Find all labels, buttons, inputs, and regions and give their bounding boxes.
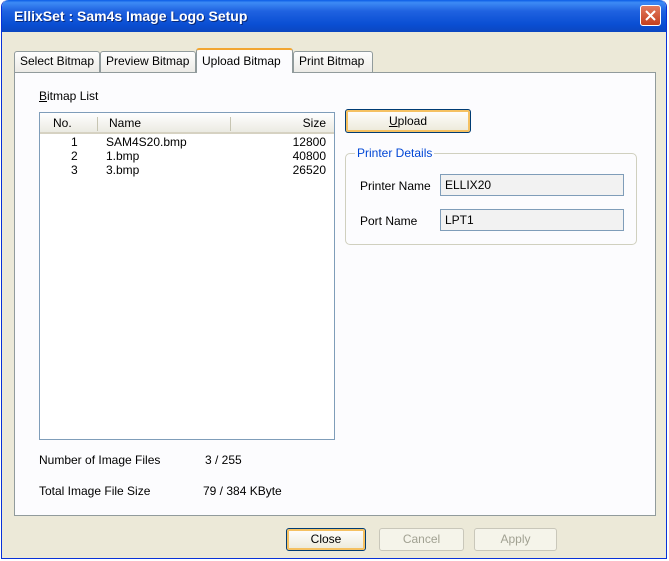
row-no: 3 <box>71 163 78 177</box>
tab-panel-upload-bitmap: Bitmap List No. Name Size 1 SAM4S20.bmp … <box>14 72 656 516</box>
row-size: 40800 <box>292 149 326 163</box>
bitmap-list-header: No. Name Size <box>40 113 334 134</box>
number-of-image-files-label: Number of Image Files <box>39 453 161 467</box>
row-size: 26520 <box>292 163 326 177</box>
cancel-button[interactable]: Cancel <box>379 528 464 551</box>
window-close-button[interactable] <box>640 5 661 26</box>
list-item[interactable]: 2 1.bmp 40800 <box>40 149 334 163</box>
row-name: 3.bmp <box>106 163 140 177</box>
upload-button[interactable]: Upload <box>345 109 471 133</box>
tab-print-bitmap[interactable]: Print Bitmap <box>293 51 373 72</box>
row-name: SAM4S20.bmp <box>106 135 187 149</box>
list-item[interactable]: 3 3.bmp 26520 <box>40 163 334 177</box>
column-divider[interactable] <box>230 117 231 131</box>
column-header-size[interactable]: Size <box>303 116 326 130</box>
row-no: 1 <box>71 135 78 149</box>
apply-button[interactable]: Apply <box>474 528 557 551</box>
row-size: 12800 <box>292 135 326 149</box>
bitmap-list[interactable]: No. Name Size 1 SAM4S20.bmp 12800 2 1.bm… <box>39 112 335 440</box>
port-name-field[interactable]: LPT1 <box>440 209 624 231</box>
tab-upload-bitmap[interactable]: Upload Bitmap <box>196 48 293 73</box>
row-no: 2 <box>71 149 78 163</box>
bitmap-list-label: Bitmap List <box>39 89 99 103</box>
printer-name-label: Printer Name <box>360 179 431 193</box>
close-icon <box>645 10 656 21</box>
row-name: 1.bmp <box>106 149 140 163</box>
printer-details-legend: Printer Details <box>355 146 435 160</box>
column-divider[interactable] <box>97 117 98 131</box>
close-button[interactable]: Close <box>286 528 366 551</box>
port-name-label: Port Name <box>360 214 418 228</box>
column-header-name[interactable]: Name <box>109 116 141 130</box>
printer-details-group <box>345 153 637 245</box>
number-of-image-files-value: 3 / 255 <box>205 453 242 467</box>
list-item[interactable]: 1 SAM4S20.bmp 12800 <box>40 135 334 149</box>
column-header-no[interactable]: No. <box>53 116 72 130</box>
tab-select-bitmap[interactable]: Select Bitmap <box>14 51 100 72</box>
total-image-file-size-label: Total Image File Size <box>39 484 151 498</box>
title-bar[interactable]: EllixSet : Sam4s Image Logo Setup <box>2 0 666 32</box>
window-title: EllixSet : Sam4s Image Logo Setup <box>14 8 248 24</box>
total-image-file-size-value: 79 / 384 KByte <box>203 484 282 498</box>
tab-preview-bitmap[interactable]: Preview Bitmap <box>100 51 196 72</box>
printer-name-field[interactable]: ELLIX20 <box>440 174 624 196</box>
dialog-window: EllixSet : Sam4s Image Logo Setup Select… <box>1 0 667 559</box>
